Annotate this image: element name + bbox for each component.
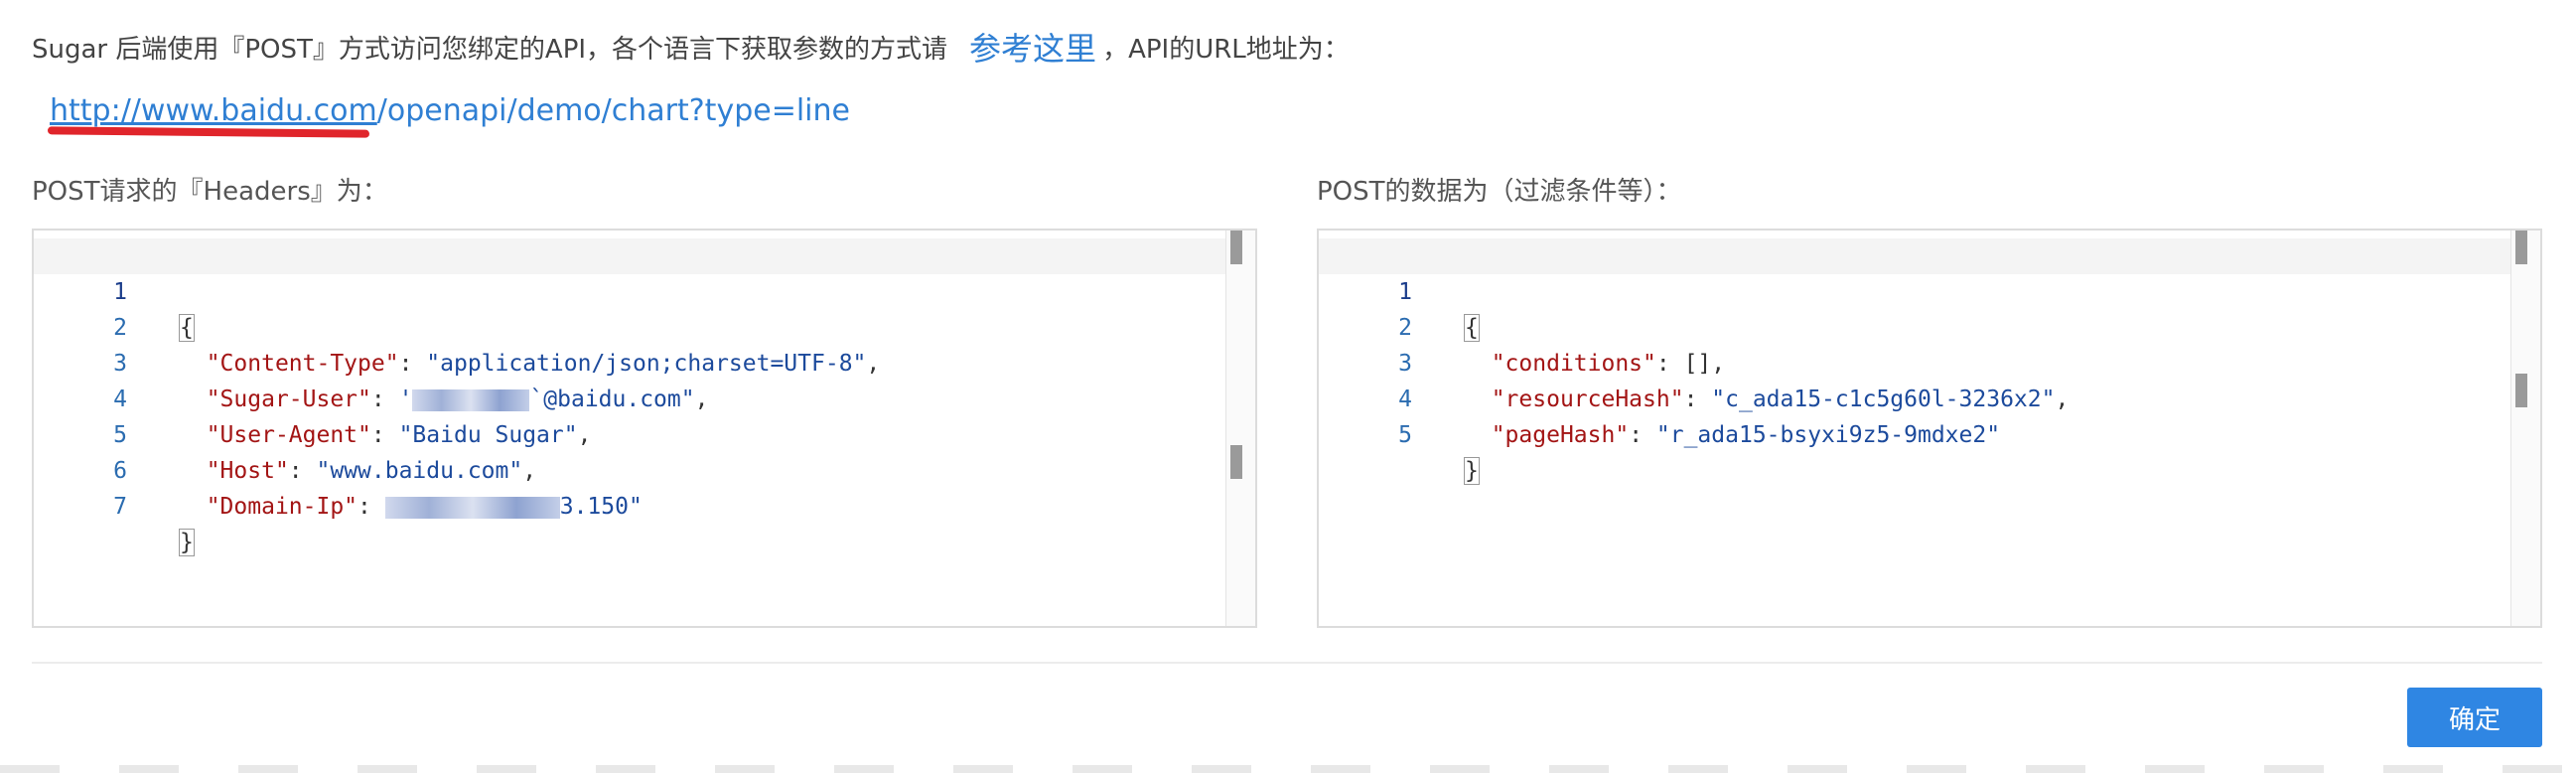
close-brace: } xyxy=(179,529,195,556)
json-key: "pageHash" xyxy=(1491,422,1630,448)
scrollbar-thumb[interactable] xyxy=(1230,445,1242,479)
line-number: 7 xyxy=(113,494,127,520)
json-key: "Domain-Ip" xyxy=(206,494,358,520)
api-url-host: http://www.baidu.com xyxy=(50,93,377,128)
code-line: 2 "conditions": [], xyxy=(1319,274,2540,377)
code-line: 4 "pageHash": "r_ada15-bsyxi9z5-9mdxe2" xyxy=(1319,346,2540,448)
json-value: 3.150" xyxy=(559,494,643,520)
redacted-value xyxy=(384,496,560,519)
code-line: 5 "Host": "www.baidu.com", xyxy=(34,382,1255,484)
data-panel-title: POST的数据为（过滤条件等）： xyxy=(1317,177,1682,207)
vertical-scrollbar[interactable] xyxy=(1225,231,1255,626)
intro-text-after: ，API的URL地址为： xyxy=(1102,34,1350,65)
reference-link[interactable]: 参考这里 xyxy=(969,24,1096,70)
api-url-path: /openapi/demo/chart?type=line xyxy=(376,93,850,128)
scrollbar-thumb-top[interactable] xyxy=(2515,231,2527,264)
scrollbar-thumb[interactable] xyxy=(2515,374,2527,407)
intro-text-before: Sugar 后端使用『POST』方式访问您绑定的API，各个语言下获取参数的方式… xyxy=(32,34,948,65)
code-line: 5 } xyxy=(1319,382,2540,485)
code-line: 7 } xyxy=(34,453,1255,556)
code-line: 4 "User-Agent": "Baidu Sugar", xyxy=(34,346,1255,448)
json-value: "r_ada15-bsyxi9z5-9mdxe2" xyxy=(1655,422,2001,448)
api-url: http://www.baidu.com/openapi/demo/chart?… xyxy=(50,93,850,128)
code-line: 1 { xyxy=(34,238,1255,342)
code-line: 6 "Domain-Ip": 3.150" xyxy=(34,417,1255,520)
confirm-button[interactable]: 确定 xyxy=(2407,688,2542,747)
scrollbar-thumb-top[interactable] xyxy=(1230,231,1242,264)
background-strip xyxy=(0,765,2576,773)
footer-divider xyxy=(32,662,2542,664)
headers-code-editor[interactable]: 1 { 2 "Content-Type": "application/json;… xyxy=(32,229,1257,628)
close-brace: } xyxy=(1464,457,1480,485)
line-number: 5 xyxy=(1398,422,1412,448)
code-line: 3 "Sugar-User": ' `@baidu.com", xyxy=(34,310,1255,412)
code-line: 3 "resourceHash": "c_ada15-c1c5g60l-3236… xyxy=(1319,310,2540,412)
vertical-scrollbar[interactable] xyxy=(2510,231,2540,626)
headers-panel-title: POST请求的『Headers』为： xyxy=(32,177,388,207)
code-line: 1 { xyxy=(1319,238,2540,342)
code-line: 2 "Content-Type": "application/json;char… xyxy=(34,274,1255,377)
intro-text: Sugar 后端使用『POST』方式访问您绑定的API，各个语言下获取参数的方式… xyxy=(32,22,1350,72)
annotation-underline xyxy=(47,126,370,138)
data-code-editor[interactable]: 1 { 2 "conditions": [], 3 "resourceHash"… xyxy=(1317,229,2542,628)
